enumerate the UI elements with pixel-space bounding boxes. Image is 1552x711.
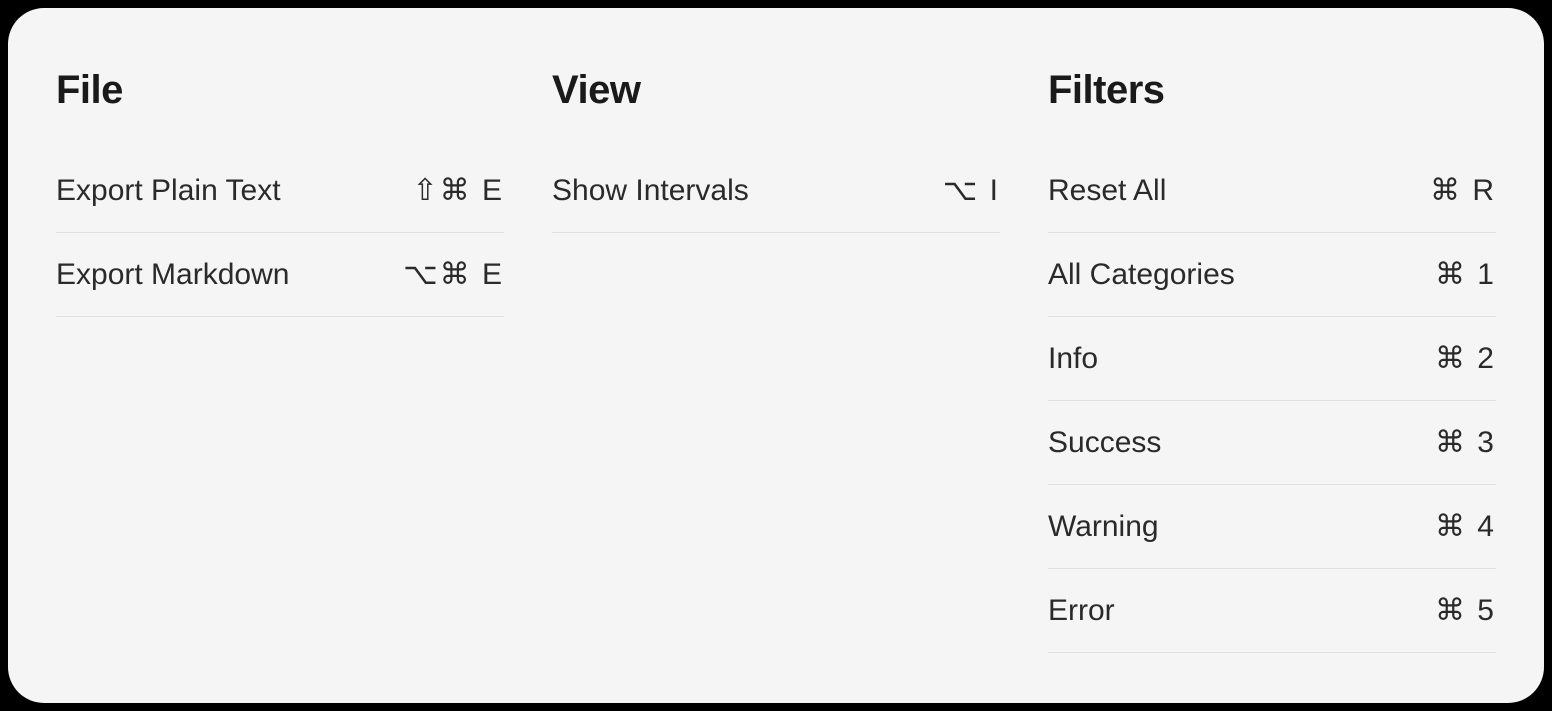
menu-item-all-categories[interactable]: All Categories ⌘ 1 (1048, 233, 1496, 317)
item-label: Show Intervals (552, 174, 749, 208)
item-label: All Categories (1048, 258, 1235, 292)
shortcut-text: ⇧⌘ E (413, 173, 504, 208)
view-section-title: View (552, 68, 1000, 113)
item-label: Export Markdown (56, 258, 289, 292)
menu-item-export-plain-text[interactable]: Export Plain Text ⇧⌘ E (56, 149, 504, 233)
shortcut-text: ⌘ 2 (1435, 341, 1496, 376)
item-label: Reset All (1048, 174, 1166, 208)
menu-item-info[interactable]: Info ⌘ 2 (1048, 317, 1496, 401)
shortcut-text: ⌘ 1 (1435, 257, 1496, 292)
file-column: File Export Plain Text ⇧⌘ E Export Markd… (56, 68, 504, 655)
shortcut-text: ⌘ 5 (1435, 593, 1496, 628)
filters-column: Filters Reset All ⌘ R All Categories ⌘ 1… (1048, 68, 1496, 655)
item-label: Warning (1048, 510, 1159, 544)
menu-item-error[interactable]: Error ⌘ 5 (1048, 569, 1496, 653)
item-label: Export Plain Text (56, 174, 281, 208)
menu-item-show-intervals[interactable]: Show Intervals ⌥ I (552, 149, 1000, 233)
menu-item-reset-all[interactable]: Reset All ⌘ R (1048, 149, 1496, 233)
view-column: View Show Intervals ⌥ I (552, 68, 1000, 655)
item-label: Success (1048, 426, 1161, 460)
shortcut-text: ⌥ I (943, 173, 1000, 208)
menu-item-export-markdown[interactable]: Export Markdown ⌥⌘ E (56, 233, 504, 317)
shortcut-text: ⌘ R (1430, 173, 1496, 208)
shortcuts-panel: File Export Plain Text ⇧⌘ E Export Markd… (8, 8, 1544, 703)
shortcut-text: ⌘ 4 (1435, 509, 1496, 544)
menu-item-warning[interactable]: Warning ⌘ 4 (1048, 485, 1496, 569)
filters-section-title: Filters (1048, 68, 1496, 113)
shortcut-text: ⌘ 3 (1435, 425, 1496, 460)
item-label: Info (1048, 342, 1098, 376)
shortcut-text: ⌥⌘ E (403, 257, 504, 292)
file-section-title: File (56, 68, 504, 113)
item-label: Error (1048, 594, 1115, 628)
menu-item-success[interactable]: Success ⌘ 3 (1048, 401, 1496, 485)
